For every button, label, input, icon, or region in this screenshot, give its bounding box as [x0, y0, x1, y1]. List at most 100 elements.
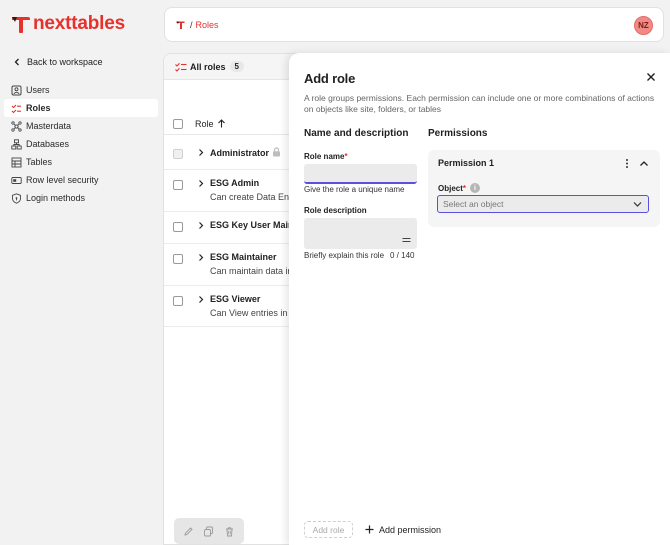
sidebar-item-label: Masterdata	[26, 121, 72, 131]
sort-ascending-icon	[217, 119, 225, 128]
chevron-left-icon	[14, 58, 19, 66]
user-id-icon	[11, 85, 22, 95]
sidebar-item-databases[interactable]: Databases	[4, 135, 158, 153]
back-to-workspace-link[interactable]: Back to workspace	[12, 54, 160, 70]
breadcrumb-roles[interactable]: Roles	[196, 20, 219, 30]
nexttables-logo-icon	[12, 17, 30, 33]
table-row[interactable]: Administrator	[164, 140, 302, 170]
edit-pencil-icon[interactable]	[183, 526, 194, 537]
sidebar-item-masterdata[interactable]: Masterdata	[4, 117, 158, 135]
column-header-label: Role	[195, 118, 214, 129]
table-row[interactable]: ESG Viewer Can View entries in ESG	[164, 287, 302, 327]
object-select[interactable]: Select an object	[437, 195, 649, 213]
drawer-title: Add role	[304, 71, 356, 86]
role-name: ESG Maintainer	[210, 252, 277, 262]
sidebar-item-label: Users	[26, 85, 50, 95]
chevron-down-icon	[633, 202, 642, 207]
sidebar-nav: Users Roles Masterdata Databases Tables …	[4, 81, 158, 207]
top-bar: / Roles NZ	[164, 7, 664, 42]
databases-icon	[11, 138, 22, 149]
table-header: Role	[164, 113, 302, 135]
table-row[interactable]: ESG Admin Can create Data Entries	[164, 171, 302, 212]
breadcrumb-separator: /	[190, 19, 193, 30]
select-all-checkbox[interactable]	[173, 118, 183, 129]
roles-list-panel: All roles 5 Role Administrator ESG Admin…	[163, 53, 303, 545]
logo[interactable]: nexttables	[10, 13, 125, 35]
chevron-right-icon[interactable]	[197, 148, 205, 157]
required-mark: *	[344, 152, 348, 161]
sidebar-item-row-level-security[interactable]: Row level security	[4, 171, 158, 189]
roles-count-badge: 5	[229, 61, 244, 72]
role-description-field[interactable]	[304, 218, 417, 249]
chevron-right-icon[interactable]	[197, 179, 205, 188]
sidebar-item-roles[interactable]: Roles	[4, 99, 158, 117]
lock-icon	[273, 147, 281, 157]
row-security-icon	[11, 176, 22, 184]
role-name-help: Give the role a unique name	[304, 185, 405, 194]
sidebar-item-label: Roles	[26, 103, 51, 113]
role-description-label: Role description	[304, 206, 367, 215]
character-counter: 0 / 140	[390, 251, 415, 260]
roles-check-icon	[175, 62, 187, 72]
roles-list-title: All roles	[190, 61, 226, 72]
section-title-name-description: Name and description	[304, 128, 409, 139]
table-icon	[11, 157, 22, 167]
copy-icon[interactable]	[203, 526, 214, 537]
sidebar-item-label: Tables	[26, 157, 53, 167]
permission-title: Permission 1	[438, 158, 495, 168]
row-checkbox[interactable]	[173, 180, 183, 190]
row-checkbox	[173, 149, 183, 159]
drawer-description: A role groups permissions. Each permissi…	[304, 93, 655, 114]
chevron-right-icon[interactable]	[197, 221, 205, 230]
sidebar-item-login-methods[interactable]: Login methods	[4, 189, 158, 207]
table-row[interactable]: ESG Key User Maintainer	[164, 213, 302, 244]
add-role-button[interactable]: Add role	[304, 521, 353, 538]
chevron-up-icon[interactable]	[639, 159, 649, 168]
role-name-label: Role name*	[304, 152, 348, 161]
logo-text: nexttables	[33, 13, 125, 34]
chevron-right-icon[interactable]	[197, 295, 205, 304]
role-name: Administrator	[210, 147, 281, 158]
breadcrumb: / Roles	[176, 20, 219, 30]
row-checkbox[interactable]	[173, 254, 183, 264]
row-checkbox[interactable]	[173, 222, 183, 232]
object-select-placeholder: Select an object	[443, 199, 504, 209]
back-link-label: Back to workspace	[27, 57, 103, 67]
row-checkbox[interactable]	[173, 296, 183, 306]
table-row[interactable]: ESG Maintainer Can maintain data in ESG	[164, 245, 302, 286]
sidebar-item-label: Login methods	[26, 193, 86, 203]
chevron-right-icon[interactable]	[197, 253, 205, 262]
bulk-action-toolbar	[174, 518, 244, 544]
info-icon[interactable]: i	[470, 183, 481, 193]
add-role-drawer: Add role A role groups permissions. Each…	[289, 53, 670, 545]
add-permission-button[interactable]: Add permission	[365, 522, 441, 537]
required-mark: *	[462, 183, 467, 193]
sidebar-item-tables[interactable]: Tables	[4, 153, 158, 171]
resize-handle-icon[interactable]	[402, 237, 411, 243]
object-label: Object * i	[438, 183, 481, 193]
role-name: ESG Viewer	[210, 294, 261, 304]
shield-icon	[12, 192, 21, 204]
permission-card: Permission 1 Object * i Select an object	[428, 150, 660, 227]
roles-list-header: All roles 5	[164, 54, 302, 80]
sidebar-item-label: Databases	[26, 139, 70, 149]
add-permission-label: Add permission	[379, 524, 442, 535]
close-icon[interactable]	[646, 72, 656, 82]
roles-check-icon	[11, 104, 21, 113]
role-name-field[interactable]	[304, 164, 417, 184]
avatar[interactable]: NZ	[634, 16, 653, 35]
section-title-permissions: Permissions	[428, 128, 488, 139]
role-name-input[interactable]	[304, 165, 417, 183]
home-logo-icon[interactable]	[176, 20, 186, 30]
column-header-role[interactable]: Role	[195, 119, 226, 129]
plus-icon	[365, 525, 374, 534]
masterdata-icon	[11, 120, 22, 132]
sidebar: nexttables Back to workspace Users Roles…	[0, 0, 162, 545]
sidebar-item-users[interactable]: Users	[4, 81, 158, 99]
role-description-textarea[interactable]	[304, 218, 417, 249]
sidebar-item-label: Row level security	[26, 175, 99, 185]
role-name: ESG Admin	[210, 178, 260, 188]
role-description-help: Briefly explain this role	[304, 251, 385, 260]
trash-icon[interactable]	[224, 526, 235, 537]
more-vertical-icon[interactable]	[622, 158, 632, 169]
